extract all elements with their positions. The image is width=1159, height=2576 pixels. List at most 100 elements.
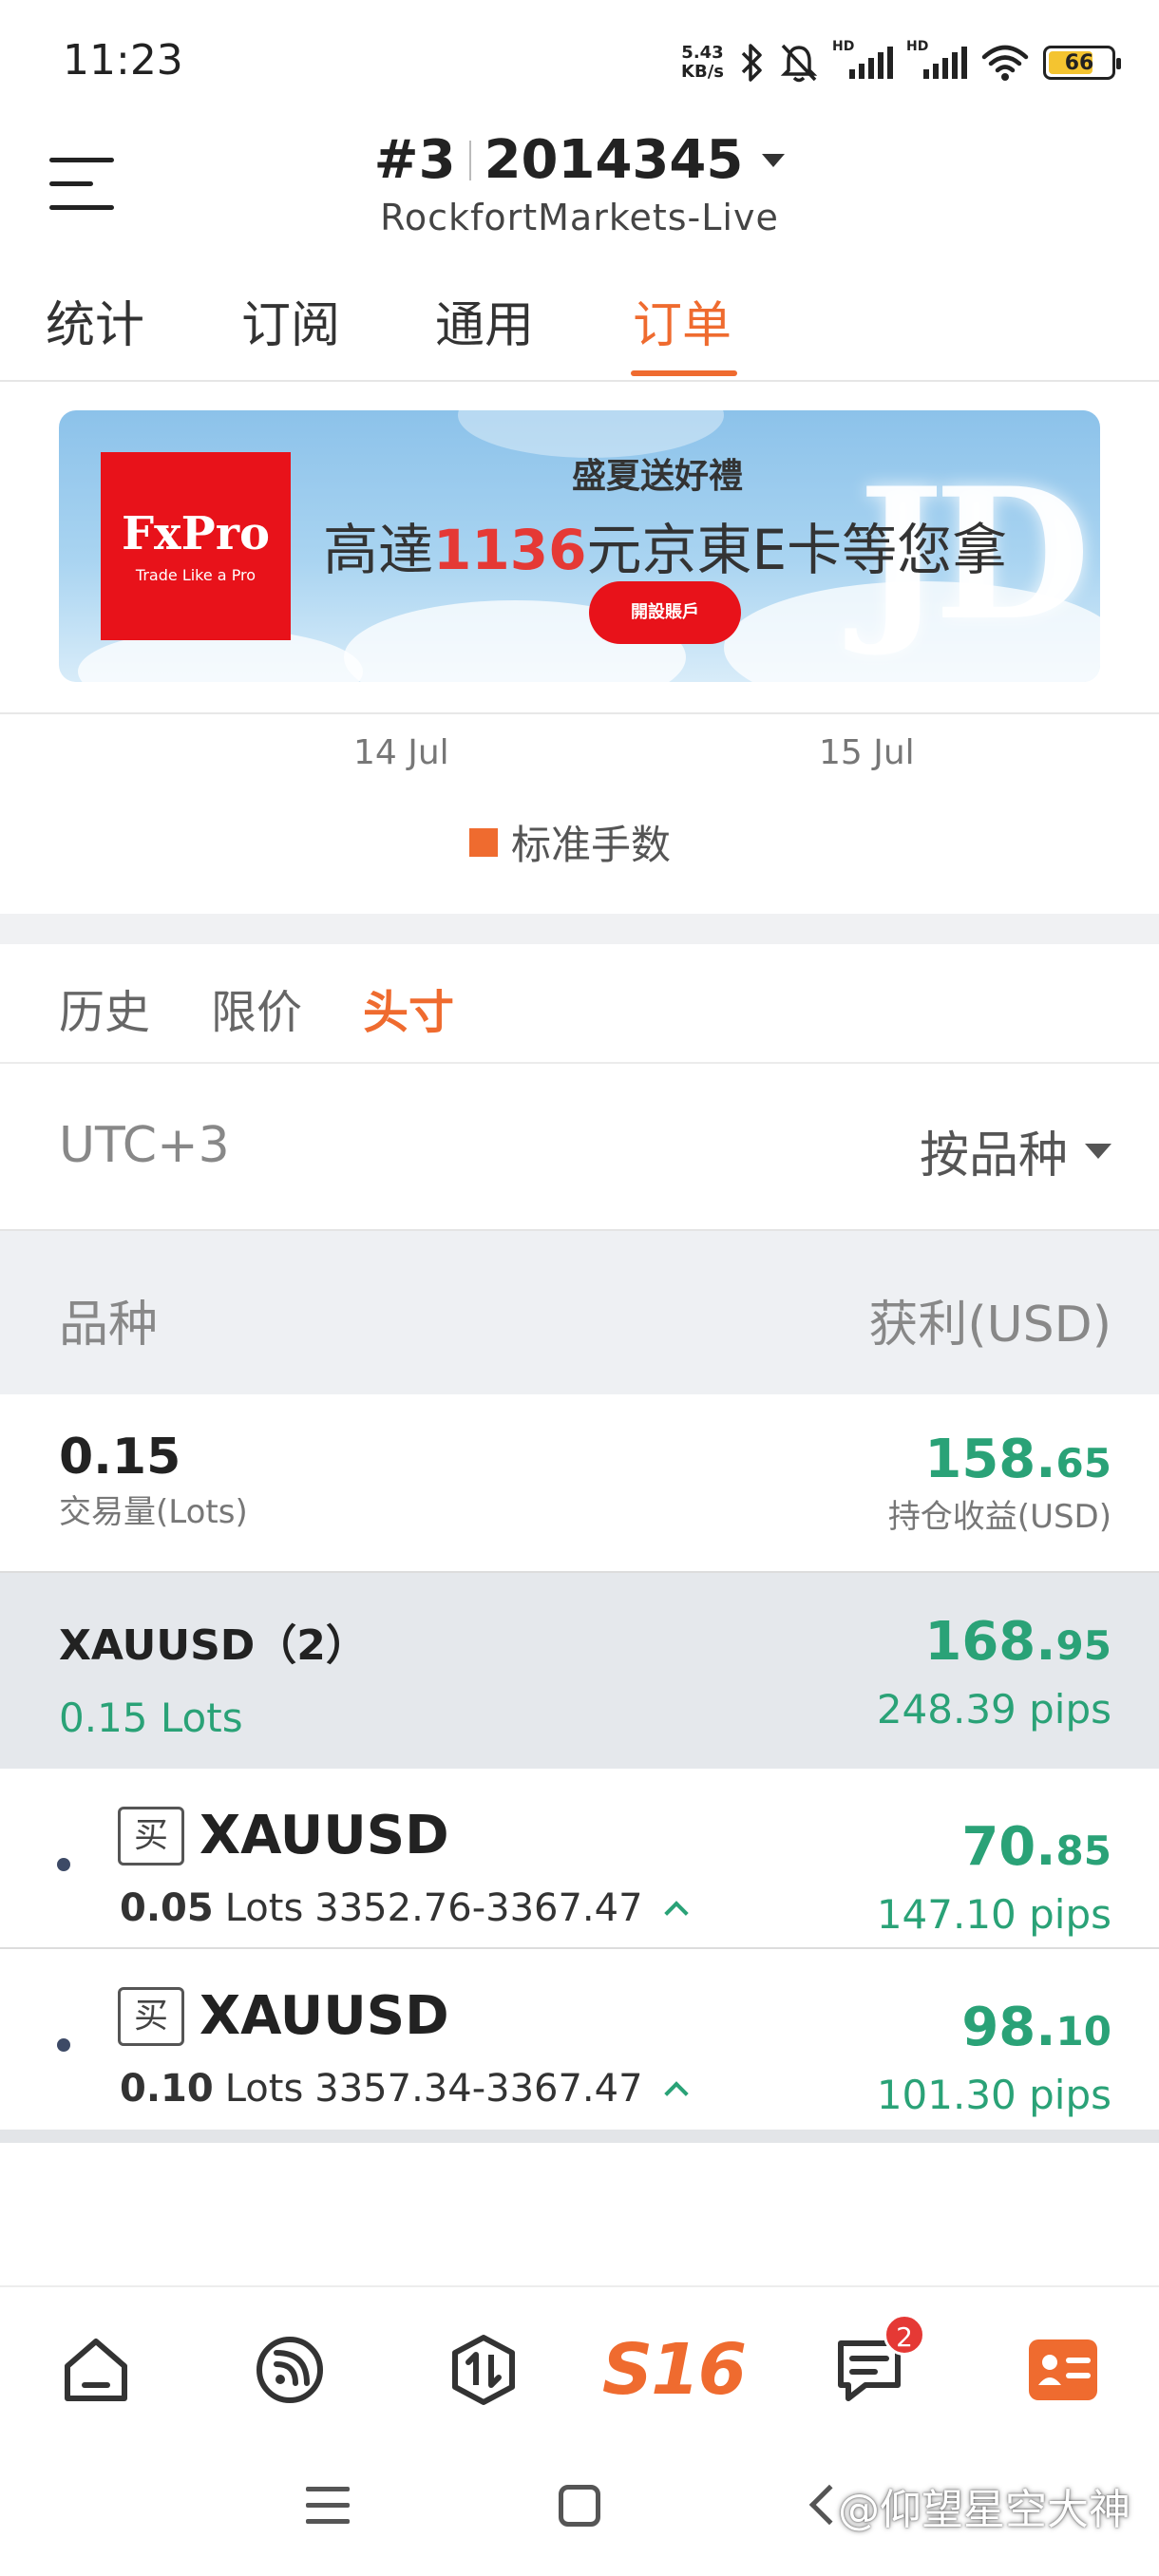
caret-down-icon (762, 153, 786, 167)
app-header: #3 2014345 RockfortMarkets-Live (0, 129, 1159, 262)
promo-title: 盛夏送好禮 (572, 457, 744, 496)
server-name: RockfortMarkets-Live (380, 197, 779, 238)
sort-dropdown[interactable]: 按品种 (920, 1115, 1112, 1186)
lots-unit: Lots (224, 1886, 304, 1930)
chart-legend: 标准手数 (469, 813, 671, 871)
status-dot (57, 2038, 70, 2052)
active-tab-indicator (631, 370, 737, 376)
position-detail: 0.10 Lots 3357.34-3367.47 (120, 2067, 689, 2111)
profit-int: 158. (924, 1429, 1056, 1490)
position-row[interactable]: 买 XAUUSD 0.05 Lots 3352.76-3367.47 70.85… (0, 1769, 1159, 1949)
clock: 11:23 (63, 36, 183, 85)
position-row[interactable]: 买 XAUUSD 0.10 Lots 3357.34-3367.47 98.10… (0, 1949, 1159, 2130)
tab-orders[interactable]: 订单 (633, 285, 732, 356)
signal-icon: HD (832, 39, 893, 79)
recents-icon[interactable] (306, 2487, 350, 2535)
date-label: 15 Jul (819, 733, 915, 772)
subtab-limit[interactable]: 限价 (211, 975, 302, 1041)
symbol-group-row[interactable]: XAUUSD（2） 0.15 Lots 168.95 248.39 pips (0, 1573, 1159, 1769)
account-selector[interactable]: #3 2014345 RockfortMarkets-Live (0, 129, 1159, 238)
timezone-label[interactable]: UTC+3 (59, 1117, 230, 1174)
home-icon[interactable] (53, 2327, 139, 2413)
hd-label: HD (832, 39, 855, 54)
feed-icon[interactable] (247, 2327, 332, 2413)
positions-summary: 0.15 交易量(Lots) 158.65 持仓收益(USD) (0, 1394, 1159, 1573)
net-speed: 5.43 KB/s (681, 44, 724, 82)
caret-down-icon (1085, 1143, 1112, 1159)
legend-swatch (469, 827, 498, 857)
filter-row: UTC+3 按品种 (0, 1064, 1159, 1231)
home-square-icon[interactable] (559, 2485, 600, 2527)
sort-label: 按品种 (919, 1127, 1068, 1184)
list-end-divider (0, 2130, 1159, 2143)
subtab-history[interactable]: 历史 (59, 975, 150, 1041)
position-pips: 147.10 pips (876, 1891, 1112, 1938)
position-detail: 0.05 Lots 3352.76-3367.47 (120, 1886, 689, 1930)
messages-icon[interactable]: 2 (826, 2314, 925, 2413)
legend-label: 标准手数 (511, 822, 672, 868)
total-volume: 0.15 (59, 1429, 181, 1486)
bluetooth-icon (741, 44, 762, 82)
net-speed-unit: KB/s (681, 62, 724, 82)
profit-label: 持仓收益(USD) (887, 1498, 1112, 1536)
profit-dec: 95 (1055, 1622, 1112, 1669)
account-index: #3 (373, 129, 456, 191)
battery-icon: 66 (1043, 46, 1121, 80)
position-prices: 3352.76-3367.47 (314, 1886, 643, 1930)
status-bar: 11:23 5.43 KB/s HD HD 66 (0, 0, 1159, 129)
section-divider (0, 914, 1159, 944)
logo-tagline: Trade Like a Pro (135, 566, 256, 584)
logo-brand: FxPro (121, 507, 271, 560)
profit-int: 70. (961, 1816, 1056, 1878)
profit-dec: 65 (1055, 1440, 1112, 1487)
promo-highlight: 1136 (433, 518, 587, 582)
tab-stats[interactable]: 统计 (46, 285, 144, 356)
mute-bell-icon (780, 44, 818, 83)
date-label: 14 Jul (353, 733, 449, 772)
profit-int: 98. (961, 1997, 1056, 2058)
group-lots: 0.15 Lots (59, 1695, 243, 1741)
profile-card-icon[interactable] (1020, 2327, 1106, 2413)
promo-banner[interactable]: FxPro Trade Like a Pro JD 盛夏送好禮 高達1136元京… (59, 410, 1100, 682)
net-speed-value: 5.43 (681, 43, 724, 63)
signal-icon: HD (906, 39, 967, 79)
volume-label: 交易量(Lots) (59, 1493, 248, 1531)
position-symbol: XAUUSD (200, 1985, 449, 2047)
hd-label: HD (906, 39, 929, 54)
account-number: 2014345 (484, 129, 744, 191)
profit-dec: 10 (1055, 2008, 1112, 2055)
column-profit: 获利(USD) (868, 1297, 1112, 1354)
position-lots: 0.10 (120, 2067, 214, 2111)
position-symbol: XAUUSD (200, 1805, 449, 1866)
tab-general[interactable]: 通用 (435, 285, 534, 356)
promo-prefix: 高達 (323, 518, 434, 582)
bottom-navigation: S16 2 (0, 2285, 1159, 2437)
volume-chart: 14 Jul 15 Jul 标准手数 (0, 712, 1159, 914)
group-pips: 248.39 pips (876, 1686, 1112, 1733)
buy-badge: 买 (118, 1987, 184, 2046)
total-profit: 158.65 (888, 1429, 1112, 1490)
watermark: @仰望星空大神 (838, 2486, 1130, 2534)
trade-icon[interactable] (441, 2327, 526, 2413)
position-pips: 101.30 pips (876, 2072, 1112, 2118)
tab-subscribe[interactable]: 订阅 (241, 285, 340, 356)
s16-logo[interactable]: S16 (602, 2327, 747, 2413)
message-badge: 2 (884, 2314, 925, 2356)
wifi-icon (981, 45, 1029, 81)
status-icons: 5.43 KB/s HD HD 66 (681, 34, 1121, 91)
group-profit: 168.95 (877, 1611, 1112, 1673)
group-symbol: XAUUSD（2） (59, 1621, 368, 1670)
promo-suffix: 元京東E卡等您拿 (586, 518, 1008, 582)
buy-badge: 买 (118, 1807, 184, 1866)
position-profit: 70.85 (877, 1816, 1112, 1878)
chevron-up-icon[interactable] (663, 2081, 689, 2106)
s16-label: S16 (601, 2329, 747, 2411)
top-tabs: 统计 订阅 通用 订单 (0, 275, 1159, 382)
lots-unit: Lots (224, 2067, 304, 2111)
subtab-positions[interactable]: 头寸 (363, 975, 454, 1041)
system-navigation: @仰望星空大神 (0, 2437, 1159, 2576)
open-account-button[interactable]: 開設賬戶 (589, 581, 741, 644)
column-symbol: 品种 (59, 1297, 159, 1354)
chevron-up-icon[interactable] (663, 1901, 689, 1925)
promo-main-text: 高達1136元京東E卡等您拿 (323, 505, 1007, 585)
